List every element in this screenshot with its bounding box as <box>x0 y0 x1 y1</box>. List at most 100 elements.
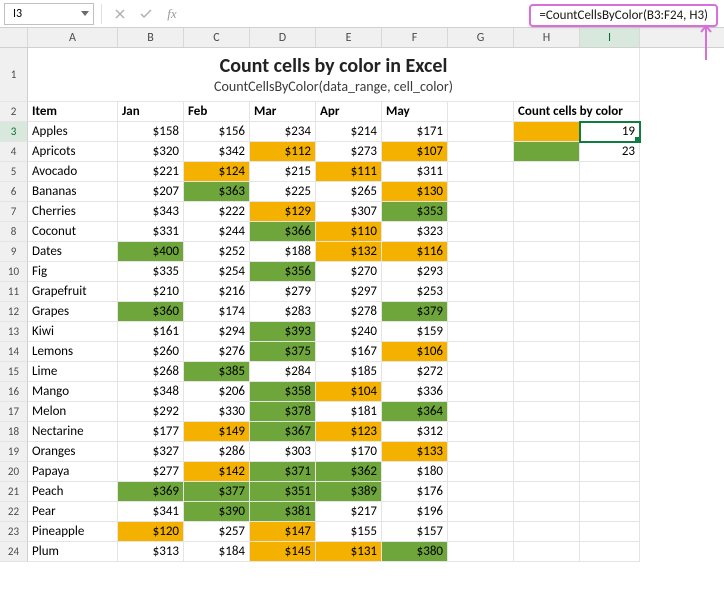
row-header[interactable]: 16 <box>0 382 28 402</box>
cell[interactable] <box>448 122 514 142</box>
cell-value[interactable]: $158 <box>118 122 184 142</box>
result-orange[interactable]: 19 <box>580 122 640 142</box>
cell-value[interactable]: $276 <box>184 342 250 362</box>
cell-value[interactable]: $196 <box>382 502 448 522</box>
cell-value[interactable]: $279 <box>250 282 316 302</box>
row-header[interactable]: 24 <box>0 542 28 562</box>
cell[interactable] <box>448 222 514 242</box>
cell[interactable] <box>448 442 514 462</box>
cell[interactable] <box>580 522 640 542</box>
select-all-corner[interactable] <box>0 28 28 47</box>
row-header[interactable]: 7 <box>0 202 28 222</box>
cell-value[interactable]: $364 <box>382 402 448 422</box>
cell[interactable] <box>514 242 580 262</box>
cell-value[interactable]: $147 <box>250 522 316 542</box>
cell[interactable] <box>580 282 640 302</box>
row-header[interactable]: 4 <box>0 142 28 162</box>
cell[interactable] <box>448 262 514 282</box>
cell-value[interactable]: $240 <box>316 322 382 342</box>
cell-value[interactable]: $311 <box>382 162 448 182</box>
cell[interactable] <box>448 542 514 562</box>
cancel-icon[interactable] <box>109 3 131 25</box>
cell-value[interactable]: $294 <box>184 322 250 342</box>
cell-value[interactable]: $252 <box>184 242 250 262</box>
cell-value[interactable]: $170 <box>316 442 382 462</box>
cell-value[interactable]: $106 <box>382 342 448 362</box>
cell[interactable] <box>580 222 640 242</box>
cell[interactable] <box>448 482 514 502</box>
header-mar[interactable]: Mar <box>250 102 316 122</box>
cell-value[interactable]: $366 <box>250 222 316 242</box>
cell-value[interactable]: $110 <box>316 222 382 242</box>
cell[interactable] <box>514 282 580 302</box>
cell[interactable] <box>514 302 580 322</box>
header-may[interactable]: May <box>382 102 448 122</box>
cell-value[interactable]: $155 <box>316 522 382 542</box>
cell-value[interactable]: $375 <box>250 342 316 362</box>
cell-value[interactable]: $342 <box>184 142 250 162</box>
summary-title[interactable]: Count cells by color <box>514 102 640 122</box>
cell[interactable] <box>514 322 580 342</box>
cell-value[interactable]: $222 <box>184 202 250 222</box>
cell-value[interactable]: $389 <box>316 482 382 502</box>
cell-value[interactable]: $142 <box>184 462 250 482</box>
cell-item[interactable]: Melon <box>28 402 118 422</box>
header-item[interactable]: Item <box>28 102 118 122</box>
row-header[interactable]: 14 <box>0 342 28 362</box>
row-header[interactable]: 5 <box>0 162 28 182</box>
cell-item[interactable]: Fig <box>28 262 118 282</box>
cell[interactable] <box>448 142 514 162</box>
cell[interactable] <box>448 282 514 302</box>
cell-value[interactable]: $273 <box>316 142 382 162</box>
cell-value[interactable]: $112 <box>250 142 316 162</box>
swatch-orange[interactable] <box>514 122 580 142</box>
cell-value[interactable]: $367 <box>250 422 316 442</box>
cell-value[interactable]: $257 <box>184 522 250 542</box>
cell-value[interactable]: $225 <box>250 182 316 202</box>
title-merged-cell[interactable]: Count cells by color in Excel CountCells… <box>28 48 640 102</box>
cell[interactable] <box>448 322 514 342</box>
cell-item[interactable]: Kiwi <box>28 322 118 342</box>
row-header[interactable]: 13 <box>0 322 28 342</box>
cell-value[interactable]: $312 <box>382 422 448 442</box>
cell[interactable] <box>514 342 580 362</box>
cell-value[interactable]: $180 <box>382 462 448 482</box>
cell-value[interactable]: $278 <box>316 302 382 322</box>
cell[interactable] <box>448 382 514 402</box>
cell[interactable] <box>448 302 514 322</box>
cell[interactable] <box>514 222 580 242</box>
cell-value[interactable]: $260 <box>118 342 184 362</box>
cell[interactable] <box>580 262 640 282</box>
cell[interactable] <box>514 202 580 222</box>
cell-value[interactable]: $378 <box>250 402 316 422</box>
cell-item[interactable]: Pineapple <box>28 522 118 542</box>
cell-value[interactable]: $320 <box>118 142 184 162</box>
cell-value[interactable]: $393 <box>250 322 316 342</box>
cell[interactable] <box>580 242 640 262</box>
col-header[interactable]: C <box>184 28 250 47</box>
cell-value[interactable]: $381 <box>250 502 316 522</box>
row-header[interactable]: 20 <box>0 462 28 482</box>
cell[interactable] <box>448 362 514 382</box>
cell-item[interactable]: Coconut <box>28 222 118 242</box>
row-header[interactable]: 3 <box>0 122 28 142</box>
result-green[interactable]: 23 <box>580 142 640 162</box>
col-header[interactable]: G <box>448 28 514 47</box>
row-header[interactable]: 2 <box>0 102 28 122</box>
cell-value[interactable]: $174 <box>184 302 250 322</box>
cell[interactable] <box>514 502 580 522</box>
col-header[interactable]: F <box>382 28 448 47</box>
cell-value[interactable]: $348 <box>118 382 184 402</box>
row-header[interactable]: 23 <box>0 522 28 542</box>
cell-value[interactable]: $177 <box>118 422 184 442</box>
cell[interactable] <box>448 502 514 522</box>
cell-item[interactable]: Peach <box>28 482 118 502</box>
cell[interactable] <box>580 302 640 322</box>
cell-value[interactable]: $234 <box>250 122 316 142</box>
cell-value[interactable]: $297 <box>316 282 382 302</box>
cell-value[interactable]: $336 <box>382 382 448 402</box>
cell-value[interactable]: $369 <box>118 482 184 502</box>
chevron-down-icon[interactable] <box>81 11 89 17</box>
row-header[interactable]: 19 <box>0 442 28 462</box>
cell[interactable] <box>514 362 580 382</box>
